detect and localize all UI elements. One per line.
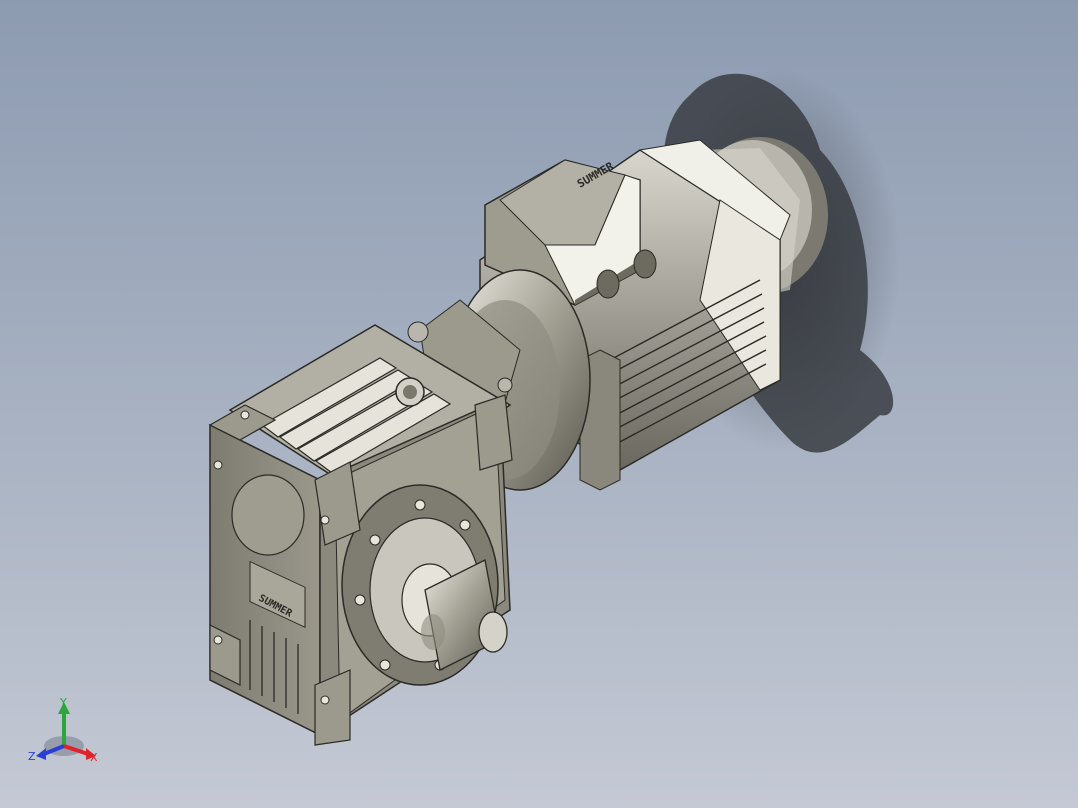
- y-axis-label: Y: [60, 696, 67, 709]
- x-axis-label: X: [90, 751, 98, 764]
- gearmotor-model[interactable]: SUMMER SUMMER: [0, 0, 1078, 808]
- orientation-triad[interactable]: Y X Z: [26, 694, 106, 774]
- z-axis-label: Z: [28, 750, 36, 763]
- worm-gearbox: [208, 324, 513, 746]
- 3d-viewport[interactable]: SUMMER SUMMER Y X Z: [0, 0, 1078, 808]
